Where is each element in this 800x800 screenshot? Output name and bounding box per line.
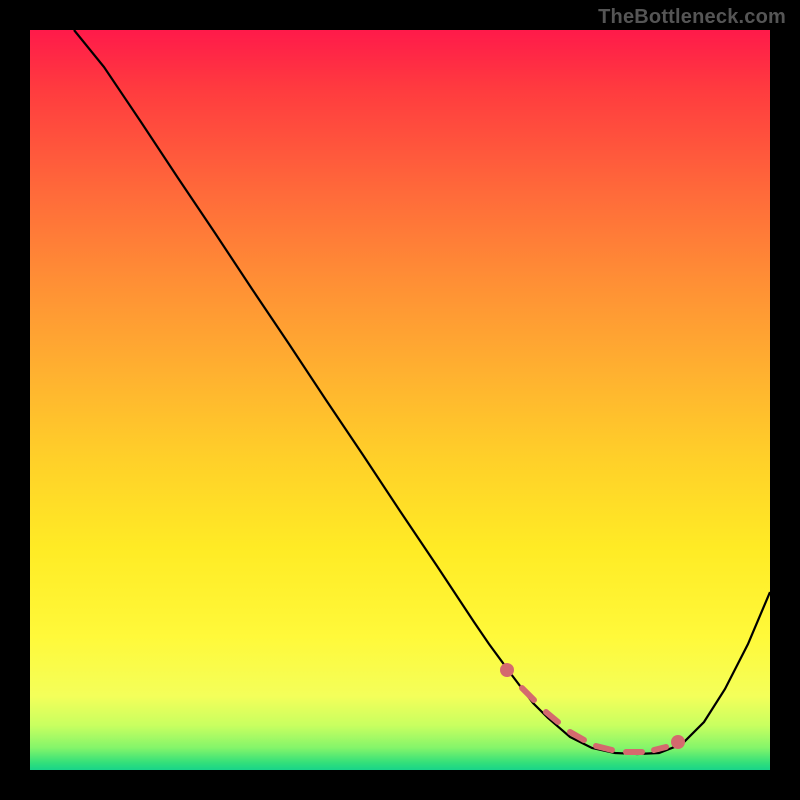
marker-dash-4 — [596, 746, 612, 750]
watermark-text: TheBottleneck.com — [598, 6, 786, 29]
chart-svg — [30, 30, 770, 770]
marker-dash-2 — [546, 712, 558, 722]
marker-start-dot — [500, 663, 514, 677]
plot-area — [30, 30, 770, 770]
marker-dash-1 — [522, 688, 534, 700]
marker-end-dot — [671, 735, 685, 749]
marker-dash-6 — [654, 747, 666, 750]
bottleneck-curve-path — [74, 30, 770, 754]
